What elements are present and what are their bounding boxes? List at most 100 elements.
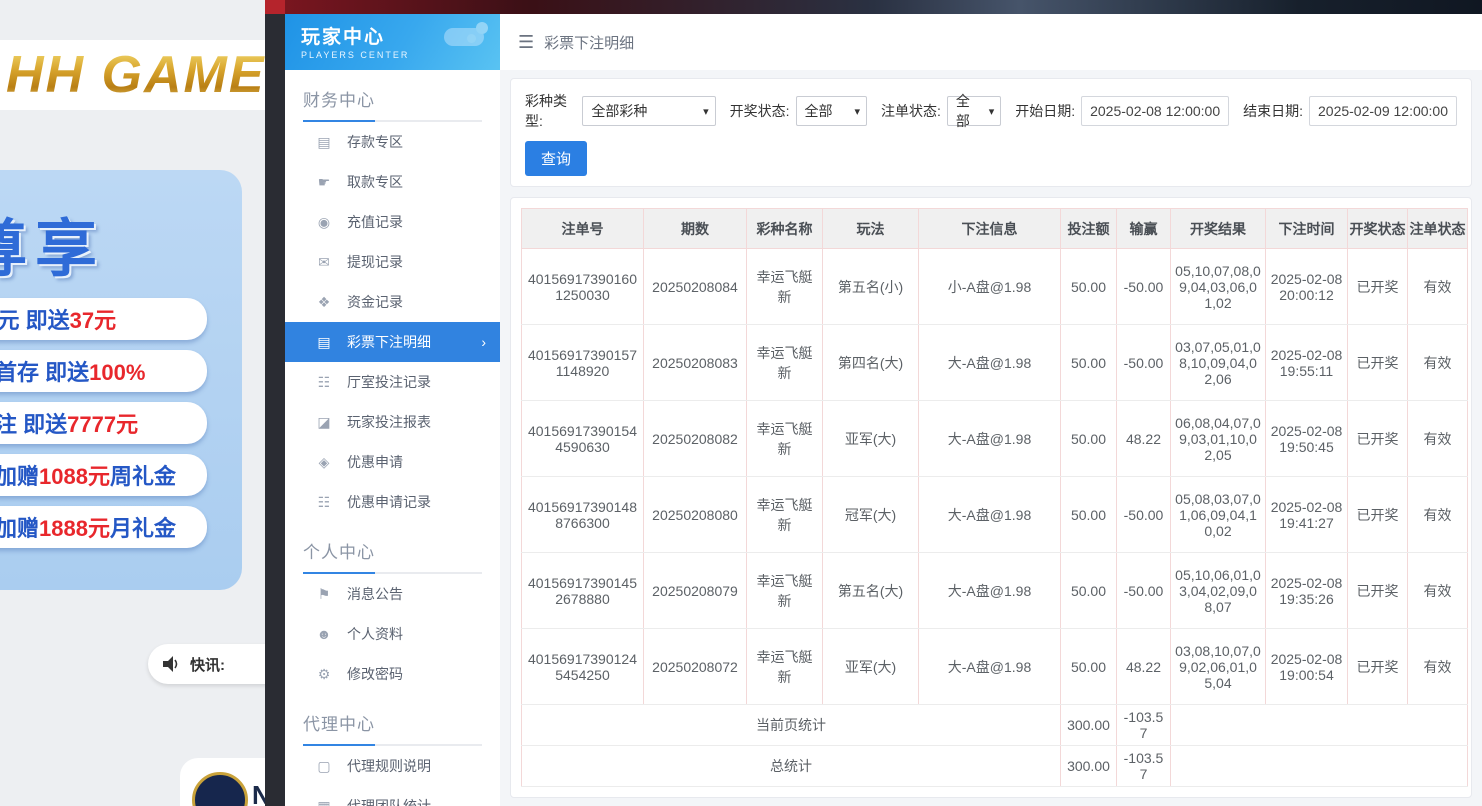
- sidebar-section-underline: [303, 744, 482, 746]
- table-cell: 20250208082: [644, 401, 747, 477]
- column-header: 下注信息: [919, 209, 1061, 249]
- table-cell: 2025-02-08 20:00:12: [1266, 249, 1348, 325]
- sidebar-item-label: 存款专区: [347, 132, 403, 152]
- search-button[interactable]: 查询: [525, 141, 587, 176]
- table-cell: 20250208080: [644, 477, 747, 553]
- table-cell: 大-A盘@1.98: [919, 401, 1061, 477]
- start-date-input[interactable]: [1081, 96, 1229, 126]
- sidebar-item-notice-bell[interactable]: ⚑消息公告: [285, 574, 500, 614]
- order-status-label: 注单状态:: [881, 101, 941, 121]
- table-row: 40156917390145267888020250208079幸运飞艇新第五名…: [522, 553, 1468, 629]
- table-cell: 50.00: [1061, 629, 1117, 705]
- site-logo-band: HH GAME: [0, 40, 265, 110]
- draw-status-value: 全部: [805, 101, 833, 121]
- table-cell: 幸运飞艇新: [747, 629, 823, 705]
- lottery-type-value: 全部彩种: [591, 101, 647, 121]
- bets-table: 注单号期数彩种名称玩法下注信息投注额输赢开奖结果下注时间开奖状态注单状态 401…: [521, 208, 1468, 787]
- draw-status-select[interactable]: 全部 ▾: [796, 96, 867, 126]
- table-cell: 幸运飞艇新: [747, 325, 823, 401]
- content-header: ☰ 彩票下注明细: [500, 14, 1482, 70]
- sidebar-item-recharge-record[interactable]: ◉充值记录: [285, 202, 500, 242]
- table-cell: 05,08,03,07,01,06,09,04,10,02: [1171, 477, 1266, 553]
- sidebar-item-player-bet-report[interactable]: ◪玩家投注报表: [285, 402, 500, 442]
- start-date-label: 开始日期:: [1015, 101, 1075, 121]
- end-date-label: 结束日期:: [1243, 101, 1303, 121]
- promo-apply-icon: ◈: [315, 454, 333, 471]
- table-cell: -50.00: [1117, 325, 1171, 401]
- summary-row: 当前页统计300.00-103.57: [522, 705, 1468, 746]
- sidebar-item-hall-bet-record[interactable]: ☷厅室投注记录: [285, 362, 500, 402]
- screen: HH GAME 尊享 60元 即送37元户首存 即送100%投注 即送7777元…: [0, 0, 1482, 806]
- table-body: 40156917390160125003020250208084幸运飞艇新第五名…: [522, 249, 1468, 705]
- deposit-icon: ▤: [315, 134, 333, 151]
- table-cell: 有效: [1408, 629, 1468, 705]
- table-cell: 亚军(大): [823, 629, 919, 705]
- table-cell: 2025-02-08 19:35:26: [1266, 553, 1348, 629]
- funds-record-icon: ❖: [315, 294, 333, 311]
- promo-pill-text: 1088元: [39, 464, 110, 489]
- background-page: HH GAME 尊享 60元 即送37元户首存 即送100%投注 即送7777元…: [0, 0, 265, 806]
- sidebar-section-label: 财务中心: [303, 86, 482, 111]
- player-center-panel: 玩家中心 PLAYERS CENTER 财务中心▤存款专区☛取款专区◉充值记录✉…: [265, 14, 1482, 806]
- sidebar-item-funds-record[interactable]: ❖资金记录: [285, 282, 500, 322]
- table-cell: 401569173901571148920: [522, 325, 644, 401]
- promo-pill-text: 天加赠: [0, 516, 39, 541]
- table-cell: 已开奖: [1348, 325, 1408, 401]
- sidebar-item-withdraw-record[interactable]: ✉提现记录: [285, 242, 500, 282]
- table-row: 40156917390157114892020250208083幸运飞艇新第四名…: [522, 325, 1468, 401]
- lottery-type-label: 彩种类型:: [525, 91, 576, 131]
- lottery-type-select[interactable]: 全部彩种 ▾: [582, 96, 715, 126]
- order-status-select[interactable]: 全部 ▾: [947, 96, 1001, 126]
- sidebar-item-lottery-bet-detail[interactable]: ▤彩票下注明细›: [285, 322, 500, 362]
- promo-banner: 尊享 60元 即送37元户首存 即送100%投注 即送7777元天加赠1088元…: [0, 170, 242, 590]
- change-password-gear-icon: ⚙: [315, 666, 333, 683]
- table-cell: 有效: [1408, 249, 1468, 325]
- sidebar-item-label: 彩票下注明细: [347, 332, 431, 352]
- sidebar-item-agent-rules[interactable]: ▢代理规则说明: [285, 746, 500, 786]
- table-cell: 已开奖: [1348, 629, 1408, 705]
- summary-winloss-total: -103.57: [1117, 746, 1171, 787]
- table-cell: 06,08,04,07,09,03,01,10,02,05: [1171, 401, 1266, 477]
- table-cell: 第五名(大): [823, 553, 919, 629]
- sidebar-nav: 财务中心 ▤ 存款专区 ☛取款专区◉充值记录✉提现记录❖资金记录▤彩票下注明细›☷厅室…: [285, 70, 500, 806]
- table-cell: 有效: [1408, 325, 1468, 401]
- sidebar-item-agent-team-stats[interactable]: ▦代理团队统计: [285, 786, 500, 806]
- promo-pill-text: 7777元: [67, 412, 138, 437]
- end-date-input[interactable]: [1309, 96, 1457, 126]
- table-cell: 大-A盘@1.98: [919, 553, 1061, 629]
- table-cell: 20250208079: [644, 553, 747, 629]
- table-header-row: 注单号期数彩种名称玩法下注信息投注额输赢开奖结果下注时间开奖状态注单状态: [522, 209, 1468, 249]
- promo-pill: 天加赠1088元周礼金: [0, 454, 207, 496]
- sidebar-item-promo-apply[interactable]: ◈优惠申请: [285, 442, 500, 482]
- table-cell: 48.22: [1117, 401, 1171, 477]
- hamburger-menu-icon[interactable]: ☰: [518, 32, 534, 53]
- sidebar-item-label: 取款专区: [347, 172, 403, 192]
- table-cell: 401569173901245454250: [522, 629, 644, 705]
- table-cell: 50.00: [1061, 249, 1117, 325]
- agent-team-stats-icon: ▦: [315, 798, 333, 806]
- sidebar-item-withdraw[interactable]: ☛取款专区: [285, 162, 500, 202]
- table-row: 40156917390154459063020250208082幸运飞艇新亚军(…: [522, 401, 1468, 477]
- draw-status-label: 开奖状态:: [730, 101, 790, 121]
- sidebar-item-label: 充值记录: [347, 212, 403, 232]
- table-cell: 大-A盘@1.98: [919, 325, 1061, 401]
- player-bet-report-icon: ◪: [315, 414, 333, 431]
- promo-pill-text: 月礼金: [110, 516, 176, 541]
- profile-icon: ☻: [315, 626, 333, 642]
- sidebar-section-header: 财务中心: [285, 70, 500, 122]
- speaker-icon: [162, 655, 182, 673]
- sidebar-item-change-password-gear[interactable]: ⚙修改密码: [285, 654, 500, 694]
- table-cell: 03,07,05,01,08,10,09,04,02,06: [1171, 325, 1266, 401]
- promo-pill-list: 60元 即送37元户首存 即送100%投注 即送7777元天加赠1088元周礼金…: [0, 298, 242, 548]
- table-cell: 50.00: [1061, 553, 1117, 629]
- promo-pill-text: 100%: [89, 360, 145, 385]
- sidebar-item-profile[interactable]: ☻个人资料: [285, 614, 500, 654]
- promo-pill: 60元 即送37元: [0, 298, 207, 340]
- top-window-bar: [265, 0, 1482, 14]
- summary-label: 当前页统计: [522, 705, 1061, 746]
- table-cell: 有效: [1408, 553, 1468, 629]
- panel-dark-edge: [265, 14, 285, 806]
- sidebar-item-promo-apply-record[interactable]: ☷优惠申请记录: [285, 482, 500, 522]
- sidebar-item-deposit[interactable]: ▤ 存款专区: [285, 122, 500, 162]
- column-header: 注单状态: [1408, 209, 1468, 249]
